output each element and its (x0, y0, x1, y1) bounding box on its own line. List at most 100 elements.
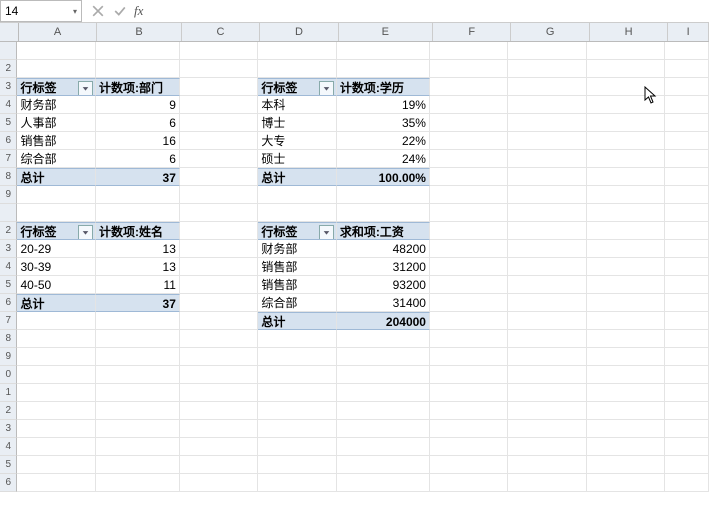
cell[interactable] (508, 312, 586, 330)
cell[interactable] (665, 420, 709, 438)
formula-input[interactable] (149, 1, 553, 21)
pivot-row-label-header[interactable]: 行标签 (17, 78, 95, 96)
cell[interactable] (587, 438, 665, 456)
cell[interactable] (96, 366, 180, 384)
cell[interactable] (587, 348, 665, 366)
cell[interactable] (180, 114, 258, 132)
cell[interactable] (508, 204, 586, 222)
cell[interactable] (17, 384, 95, 402)
filter-dropdown-icon[interactable] (319, 81, 334, 96)
pivot-row-label[interactable]: 销售部 (17, 132, 95, 150)
cell[interactable] (96, 42, 180, 60)
cell[interactable] (180, 384, 258, 402)
cell[interactable] (337, 420, 430, 438)
cell[interactable] (665, 60, 709, 78)
cell[interactable] (17, 312, 95, 330)
cell[interactable] (508, 456, 586, 474)
cell[interactable] (180, 402, 258, 420)
row-header[interactable]: 5 (0, 276, 17, 294)
cell[interactable] (180, 60, 258, 78)
pivot-value-header[interactable]: 计数项:部门 (96, 78, 180, 96)
cell[interactable] (430, 348, 508, 366)
cell[interactable] (180, 348, 258, 366)
col-header-F[interactable]: F (433, 23, 511, 41)
cell[interactable] (17, 186, 95, 204)
filter-dropdown-icon[interactable] (78, 81, 93, 96)
cell[interactable] (508, 474, 586, 492)
pivot-total-value[interactable]: 37 (96, 294, 180, 312)
pivot-value[interactable]: 16 (96, 132, 180, 150)
cell[interactable] (96, 402, 180, 420)
cell[interactable] (17, 402, 95, 420)
cell[interactable] (430, 438, 508, 456)
pivot-row-label[interactable]: 销售部 (258, 258, 336, 276)
row-header[interactable]: 4 (0, 96, 17, 114)
pivot-value[interactable]: 13 (96, 240, 180, 258)
cell[interactable] (337, 366, 430, 384)
cell[interactable] (430, 132, 508, 150)
cell[interactable] (587, 96, 665, 114)
cell[interactable] (587, 240, 665, 258)
pivot-row-label[interactable]: 综合部 (17, 150, 95, 168)
cell[interactable] (587, 42, 665, 60)
cell[interactable] (508, 348, 586, 366)
cell[interactable] (17, 438, 95, 456)
cell[interactable] (180, 474, 258, 492)
cell[interactable] (430, 384, 508, 402)
cell[interactable] (587, 222, 665, 240)
cell[interactable] (17, 456, 95, 474)
cell[interactable] (258, 366, 336, 384)
cell[interactable] (17, 330, 95, 348)
pivot-value[interactable]: 93200 (337, 276, 430, 294)
pivot-total-label[interactable]: 总计 (258, 168, 336, 186)
pivot-value[interactable]: 31400 (337, 294, 430, 312)
cell[interactable] (258, 402, 336, 420)
cell[interactable] (430, 168, 508, 186)
col-header-D[interactable]: D (260, 23, 338, 41)
pivot-value[interactable]: 48200 (337, 240, 430, 258)
cell[interactable] (508, 114, 586, 132)
cell[interactable] (258, 420, 336, 438)
pivot-row-label-header[interactable]: 行标签 (258, 78, 336, 96)
col-header-E[interactable]: E (339, 23, 433, 41)
cell[interactable] (17, 42, 95, 60)
cell[interactable] (508, 150, 586, 168)
row-header[interactable]: 4 (0, 438, 17, 456)
cell[interactable] (587, 366, 665, 384)
cell[interactable] (180, 96, 258, 114)
row-header[interactable]: 9 (0, 186, 17, 204)
cell[interactable] (665, 438, 709, 456)
row-header[interactable] (0, 204, 17, 222)
pivot-value[interactable]: 6 (96, 150, 180, 168)
cell[interactable] (587, 114, 665, 132)
cell[interactable] (258, 60, 336, 78)
pivot-row-label[interactable]: 人事部 (17, 114, 95, 132)
pivot-total-value[interactable]: 204000 (337, 312, 430, 330)
cell[interactable] (508, 78, 586, 96)
row-header[interactable]: 5 (0, 456, 17, 474)
cell[interactable] (180, 258, 258, 276)
row-header[interactable]: 7 (0, 312, 17, 330)
cell[interactable] (587, 294, 665, 312)
pivot-row-label[interactable]: 财务部 (258, 240, 336, 258)
cell[interactable] (430, 42, 508, 60)
pivot-row-label[interactable]: 硕士 (258, 150, 336, 168)
row-header[interactable] (0, 42, 17, 60)
cell[interactable] (337, 60, 430, 78)
cell[interactable] (180, 240, 258, 258)
cell[interactable] (665, 78, 709, 96)
pivot-row-label[interactable]: 销售部 (258, 276, 336, 294)
cell[interactable] (17, 420, 95, 438)
cell[interactable] (665, 456, 709, 474)
row-header[interactable]: 2 (0, 60, 17, 78)
cell[interactable] (180, 330, 258, 348)
cell[interactable] (430, 402, 508, 420)
row-header[interactable]: 8 (0, 330, 17, 348)
col-header-I[interactable]: I (668, 23, 709, 41)
cell[interactable] (258, 384, 336, 402)
cell[interactable] (587, 402, 665, 420)
cell[interactable] (430, 150, 508, 168)
pivot-row-label[interactable]: 大专 (258, 132, 336, 150)
cell[interactable] (96, 330, 180, 348)
cell[interactable] (665, 258, 709, 276)
